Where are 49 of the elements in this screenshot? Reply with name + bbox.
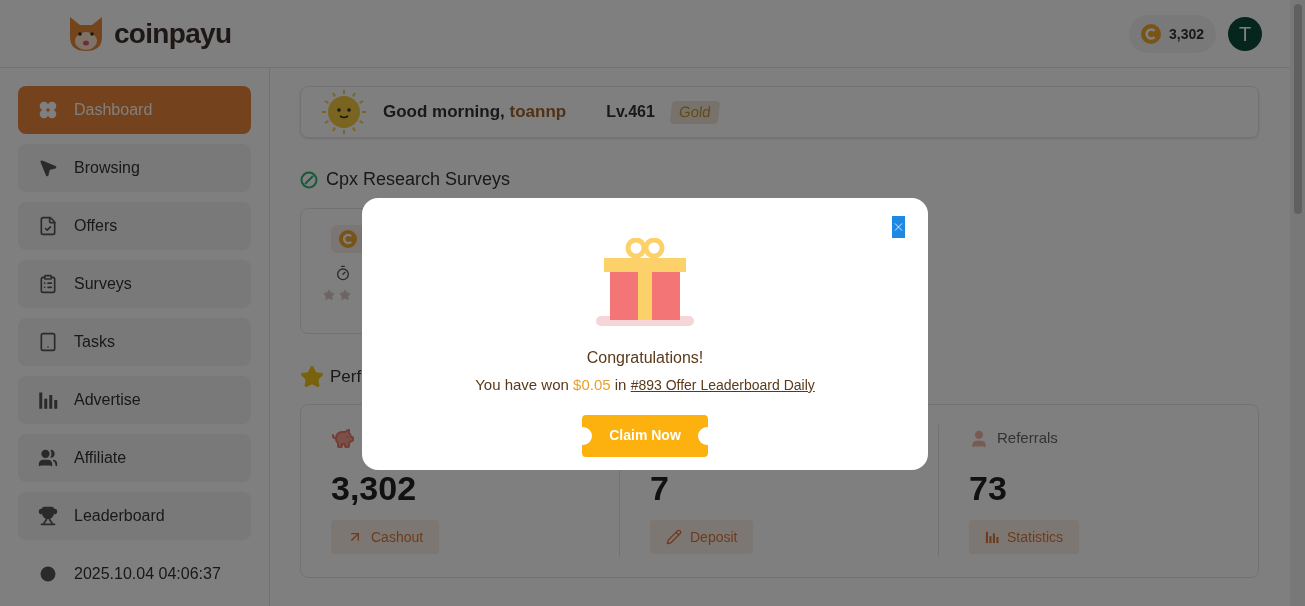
leaderboard-link[interactable]: #893 Offer Leaderboard Daily: [630, 377, 815, 393]
stat-value: 73: [969, 467, 1008, 509]
trophy-icon: [38, 506, 58, 526]
rank-tag: Gold: [669, 100, 720, 124]
sidebar-item[interactable]: Advertise: [18, 376, 251, 424]
dialog-message: You have won $0.05 in #893 Offer Leaderboard Daily: [475, 375, 815, 395]
sidebar-item[interactable]: Browsing: [18, 144, 251, 192]
sidebar-item[interactable]: Dashboard: [18, 86, 251, 134]
tablet-icon: [38, 332, 58, 352]
users-icon: [38, 448, 58, 468]
stat-action-button[interactable]: Cashout: [331, 519, 440, 554]
piggy-bank-icon: [331, 426, 355, 451]
section-title: Cpx Research Surveys: [326, 168, 511, 191]
clover-icon: [38, 100, 58, 120]
greeting-text: Good morning, toannp: [383, 101, 567, 124]
smiling-sun-icon: [321, 89, 367, 135]
bar-chart-icon: [38, 390, 58, 410]
scrollbar[interactable]: [1290, 0, 1305, 606]
coin-icon: [339, 230, 357, 248]
balance-amount: 3,302: [1168, 24, 1204, 44]
dialog-title: Congratulations!: [586, 348, 704, 368]
pencil-icon: [666, 528, 682, 545]
sidebar-item[interactable]: Offers: [18, 202, 251, 250]
stat-value: 7: [650, 467, 670, 509]
stat-value: 3,302: [331, 467, 418, 509]
document-check-icon: [38, 216, 58, 236]
clipboard-icon: [38, 274, 58, 294]
cursor-icon: [38, 158, 58, 178]
star-icon: [300, 364, 324, 389]
stat-action-button[interactable]: Deposit: [650, 519, 754, 554]
user-avatar[interactable]: T: [1228, 16, 1262, 51]
stat-action-button[interactable]: Statistics: [969, 519, 1079, 554]
balance-pill[interactable]: 3,302: [1128, 14, 1216, 53]
coin-icon: [1140, 23, 1161, 44]
survey-provider-icon: [300, 170, 318, 189]
sidebar-item[interactable]: Affiliate: [18, 434, 251, 482]
sidebar-item[interactable]: Tasks: [18, 318, 251, 366]
person-icon: [969, 428, 989, 449]
section-title: Perf: [330, 366, 362, 388]
clock-time: 2025.10.04 04:06:37: [74, 564, 221, 584]
timer-icon: [335, 265, 351, 281]
logo-text: coinpayu: [114, 16, 232, 51]
stat-label: Referrals: [997, 428, 1058, 449]
bar-chart-icon: [985, 529, 999, 544]
user-level: Lv.461: [606, 102, 655, 122]
sidebar-item[interactable]: Surveys: [18, 260, 251, 308]
gift-icon: [596, 238, 694, 326]
close-button[interactable]: [892, 216, 905, 238]
sidebar-item[interactable]: Leaderboard: [18, 492, 251, 540]
